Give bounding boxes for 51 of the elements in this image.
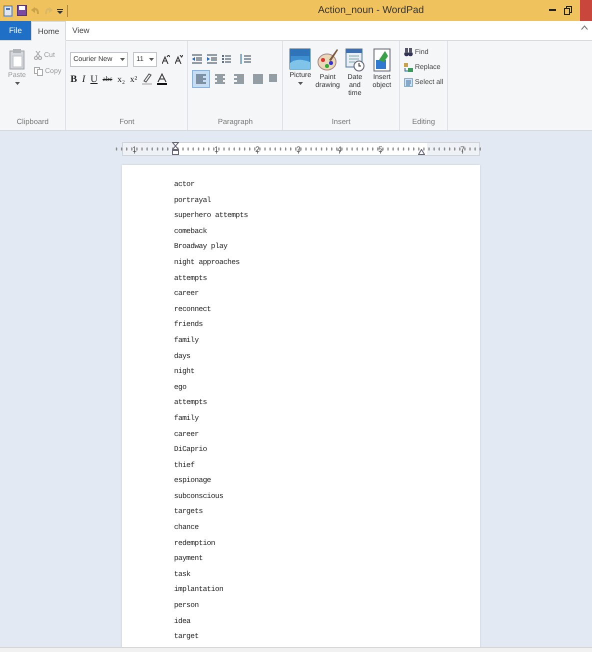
font-style-button[interactable]: I (82, 74, 86, 84)
calendar-clock-icon (344, 48, 365, 72)
ruler-number: 1 (214, 144, 219, 154)
save-icon[interactable] (17, 5, 27, 16)
font-style-button[interactable]: U (90, 74, 98, 84)
font-style-button[interactable]: x² (130, 74, 138, 84)
file-tab[interactable]: File (0, 21, 31, 40)
customize-caret-icon[interactable] (57, 6, 63, 14)
palette-brush-icon (316, 48, 339, 72)
ruler-number: 5 (378, 144, 383, 154)
dropdown-caret-icon (149, 58, 154, 60)
wordpad-icon[interactable] (3, 4, 13, 16)
scissors-icon (34, 51, 42, 60)
ruler-number: 4 (337, 144, 342, 154)
ruler-number: 2 (255, 144, 260, 154)
indent-marker-icon[interactable] (172, 142, 179, 156)
font-style-button[interactable]: x₂ (117, 74, 125, 84)
replace-icon (404, 63, 413, 72)
ribbon-tab[interactable]: Home (30, 21, 66, 41)
dropdown-caret-icon (298, 82, 303, 85)
align-center-icon (214, 73, 226, 85)
left-align-button[interactable] (192, 70, 210, 88)
decrease-indent-icon[interactable] (192, 54, 202, 64)
ruler-number: 1 (132, 144, 137, 154)
grow-font-icon[interactable] (162, 54, 170, 64)
minimize-icon[interactable] (549, 9, 556, 12)
dropdown-caret-icon (14, 82, 20, 85)
align-left-icon (195, 73, 208, 85)
clipboard-icon (9, 48, 25, 70)
restore-icon[interactable] (564, 6, 572, 15)
divider-icon (67, 4, 69, 16)
select-all-icon (404, 78, 413, 87)
increase-indent-icon[interactable] (207, 54, 218, 64)
align-justify-icon (252, 73, 264, 85)
highlighter-icon[interactable] (142, 73, 152, 85)
collapse-ribbon-icon[interactable] (581, 25, 588, 30)
right-indent-marker-icon[interactable] (418, 149, 425, 155)
ruler-number: 3 (296, 144, 301, 154)
binoculars-icon (404, 48, 413, 57)
line-spacing-icon[interactable] (239, 54, 252, 64)
window-title: Action_noun - WordPad (317, 5, 425, 16)
ruler-number: 7 (460, 144, 465, 154)
landscape-icon (289, 48, 312, 70)
font-style-button[interactable]: B (70, 74, 78, 84)
object-icon (372, 48, 391, 72)
shrink-font-icon[interactable] (175, 54, 184, 64)
ribbon-tab[interactable]: View (66, 21, 96, 40)
copy-icon (34, 67, 43, 76)
dropdown-caret-icon (120, 58, 126, 60)
align-right-icon (233, 73, 246, 85)
font-color-icon[interactable] (157, 73, 168, 85)
